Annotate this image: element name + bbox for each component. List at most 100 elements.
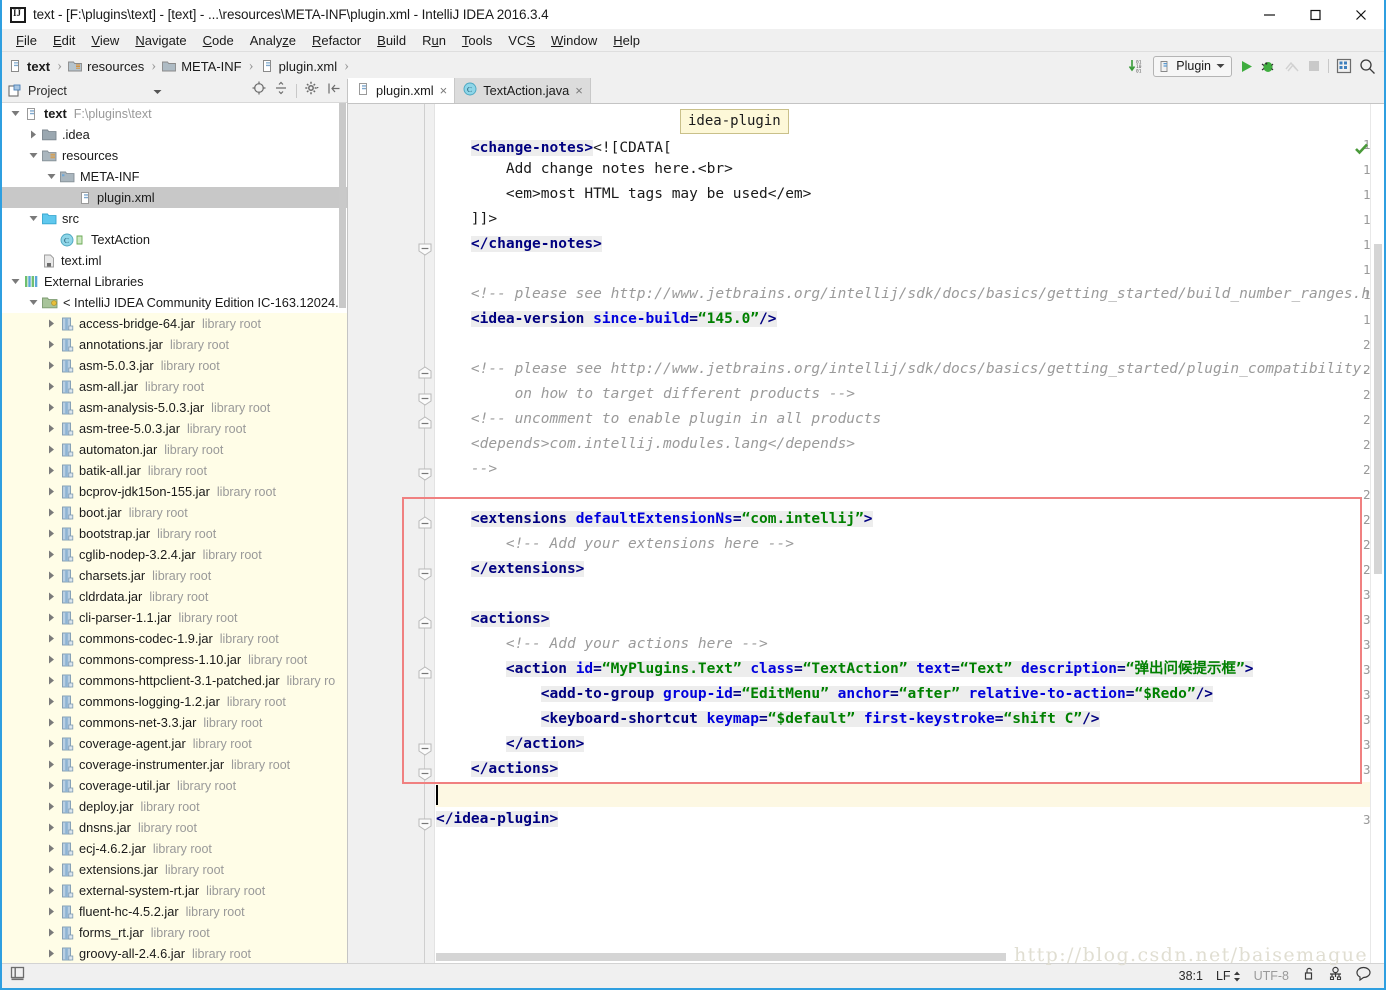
fold-marker[interactable] (417, 461, 432, 486)
chevron-right-icon[interactable] (46, 465, 57, 476)
code-line[interactable]: </extensions> (436, 557, 1384, 582)
chevron-right-icon[interactable] (46, 717, 57, 728)
tree-item[interactable]: resources (2, 145, 347, 166)
chevron-right-icon[interactable] (46, 675, 57, 686)
code-line[interactable]: <!-- Add your actions here --> (436, 632, 1384, 657)
fold-marker[interactable] (417, 661, 432, 686)
menu-item-window[interactable]: Window (543, 31, 605, 50)
tree-item[interactable]: cldrdata.jar library root (2, 586, 347, 607)
menu-item-tools[interactable]: Tools (454, 31, 500, 50)
tree-item[interactable]: .idea (2, 124, 347, 145)
tree-item[interactable]: coverage-instrumenter.jar library root (2, 754, 347, 775)
code-line[interactable]: <change-notes><![CDATA[ (436, 136, 1384, 157)
scroll-from-source-icon[interactable] (252, 81, 266, 100)
fold-marker[interactable] (417, 511, 432, 536)
tree-item[interactable]: C TextAction (2, 229, 347, 250)
code-line[interactable]: </idea-plugin> (436, 807, 1384, 832)
tree-item[interactable]: META-INF (2, 166, 347, 187)
line-separator[interactable]: LF (1216, 969, 1241, 983)
chevron-right-icon[interactable] (46, 927, 57, 938)
tree-item[interactable]: external-system-rt.jar library root (2, 880, 347, 901)
tree-item[interactable]: commons-logging-1.2.jar library root (2, 691, 347, 712)
code-line[interactable]: <idea-version since-build=“145.0”/> (436, 307, 1384, 332)
menu-item-file[interactable]: File (8, 31, 45, 50)
code-line[interactable] (436, 582, 1384, 607)
project-tree[interactable]: text F:\plugins\text .idea resources META-IN… (2, 103, 347, 963)
tree-item[interactable]: commons-net-3.3.jar library root (2, 712, 347, 733)
chevron-right-icon[interactable] (46, 948, 57, 959)
tree-item[interactable]: src (2, 208, 347, 229)
chevron-down-icon[interactable] (10, 108, 21, 119)
code-line[interactable]: </actions> (436, 757, 1384, 782)
code-line[interactable]: Add change notes here.<br> (436, 157, 1384, 182)
tree-item[interactable]: asm-tree-5.0.3.jar library root (2, 418, 347, 439)
menu-item-build[interactable]: Build (369, 31, 414, 50)
chevron-right-icon[interactable] (46, 528, 57, 539)
tree-item[interactable]: annotations.jar library root (2, 334, 347, 355)
fold-marker[interactable] (417, 361, 432, 386)
code-line[interactable]: --> (436, 457, 1384, 482)
tree-item[interactable]: extensions.jar library root (2, 859, 347, 880)
search-everywhere-icon[interactable] (1359, 58, 1376, 75)
chevron-right-icon[interactable] (46, 612, 57, 623)
event-log-icon[interactable] (1356, 966, 1372, 986)
chevron-right-icon[interactable] (46, 339, 57, 350)
read-only-toggle-icon[interactable] (1302, 967, 1315, 986)
code-line[interactable] (436, 482, 1384, 507)
fold-marker[interactable] (417, 811, 432, 836)
tree-item[interactable]: asm-all.jar library root (2, 376, 347, 397)
code-line[interactable]: on how to target different products --> (436, 382, 1384, 407)
project-tree-scrollbar[interactable] (338, 103, 347, 963)
chevron-right-icon[interactable] (46, 801, 57, 812)
chevron-right-icon[interactable] (46, 759, 57, 770)
chevron-down-icon[interactable] (10, 276, 21, 287)
menu-item-code[interactable]: Code (195, 31, 242, 50)
chevron-right-icon[interactable] (46, 906, 57, 917)
tree-item[interactable]: dnsns.jar library root (2, 817, 347, 838)
code-line[interactable]: ]]> (436, 207, 1384, 232)
fold-marker[interactable] (417, 561, 432, 586)
chevron-right-icon[interactable] (46, 318, 57, 329)
fold-marker[interactable] (417, 411, 432, 436)
tree-item[interactable]: fluent-hc-4.5.2.jar library root (2, 901, 347, 922)
close-button[interactable] (1338, 0, 1384, 29)
git-branch-icon[interactable] (1328, 966, 1343, 986)
code-line[interactable]: <add-to-group group-id=“EditMenu” anchor… (436, 682, 1384, 707)
fold-marker[interactable] (417, 386, 432, 411)
tree-item[interactable]: asm-5.0.3.jar library root (2, 355, 347, 376)
hide-panel-icon[interactable] (328, 82, 341, 100)
breadcrumb-item-meta-inf[interactable]: META-INF (162, 53, 242, 79)
close-tab-icon[interactable]: × (575, 84, 583, 97)
tree-item[interactable]: text.iml (2, 250, 347, 271)
code-line[interactable] (436, 782, 1384, 807)
fold-marker[interactable] (417, 761, 432, 786)
caret-position[interactable]: 38:1 (1179, 969, 1203, 983)
encoding-label[interactable]: UTF-8 (1254, 969, 1289, 983)
editor-tab-textaction-java[interactable]: C TextAction.java × (455, 78, 591, 103)
tree-item[interactable]: plugin.xml (2, 187, 347, 208)
code-line[interactable] (436, 257, 1384, 282)
tree-item[interactable]: access-bridge-64.jar library root (2, 313, 347, 334)
maximize-button[interactable] (1292, 0, 1338, 29)
tree-item[interactable]: commons-compress-1.10.jar library root (2, 649, 347, 670)
chevron-down-icon[interactable] (46, 171, 57, 182)
chevron-right-icon[interactable] (46, 633, 57, 644)
chevron-right-icon[interactable] (46, 402, 57, 413)
chevron-down-icon[interactable] (28, 213, 39, 224)
editor-vertical-scrollbar[interactable] (1370, 104, 1384, 963)
collapse-all-icon[interactable] (274, 81, 288, 100)
chevron-right-icon[interactable] (46, 486, 57, 497)
chevron-right-icon[interactable] (46, 549, 57, 560)
menu-item-navigate[interactable]: Navigate (127, 31, 194, 50)
chevron-right-icon[interactable] (46, 654, 57, 665)
chevron-right-icon[interactable] (46, 360, 57, 371)
close-tab-icon[interactable]: × (440, 84, 448, 97)
code-line[interactable]: <keyboard-shortcut keymap=“$default” fir… (436, 707, 1384, 732)
menu-item-vcs[interactable]: VCS (500, 31, 543, 50)
run-configuration-selector[interactable]: Plugin (1153, 55, 1232, 77)
editor-gutter[interactable] (348, 104, 415, 963)
chevron-right-icon[interactable] (46, 864, 57, 875)
chevron-right-icon[interactable] (46, 738, 57, 749)
chevron-right-icon[interactable] (28, 129, 39, 140)
code-line[interactable]: <!-- Add your extensions here --> (436, 532, 1384, 557)
